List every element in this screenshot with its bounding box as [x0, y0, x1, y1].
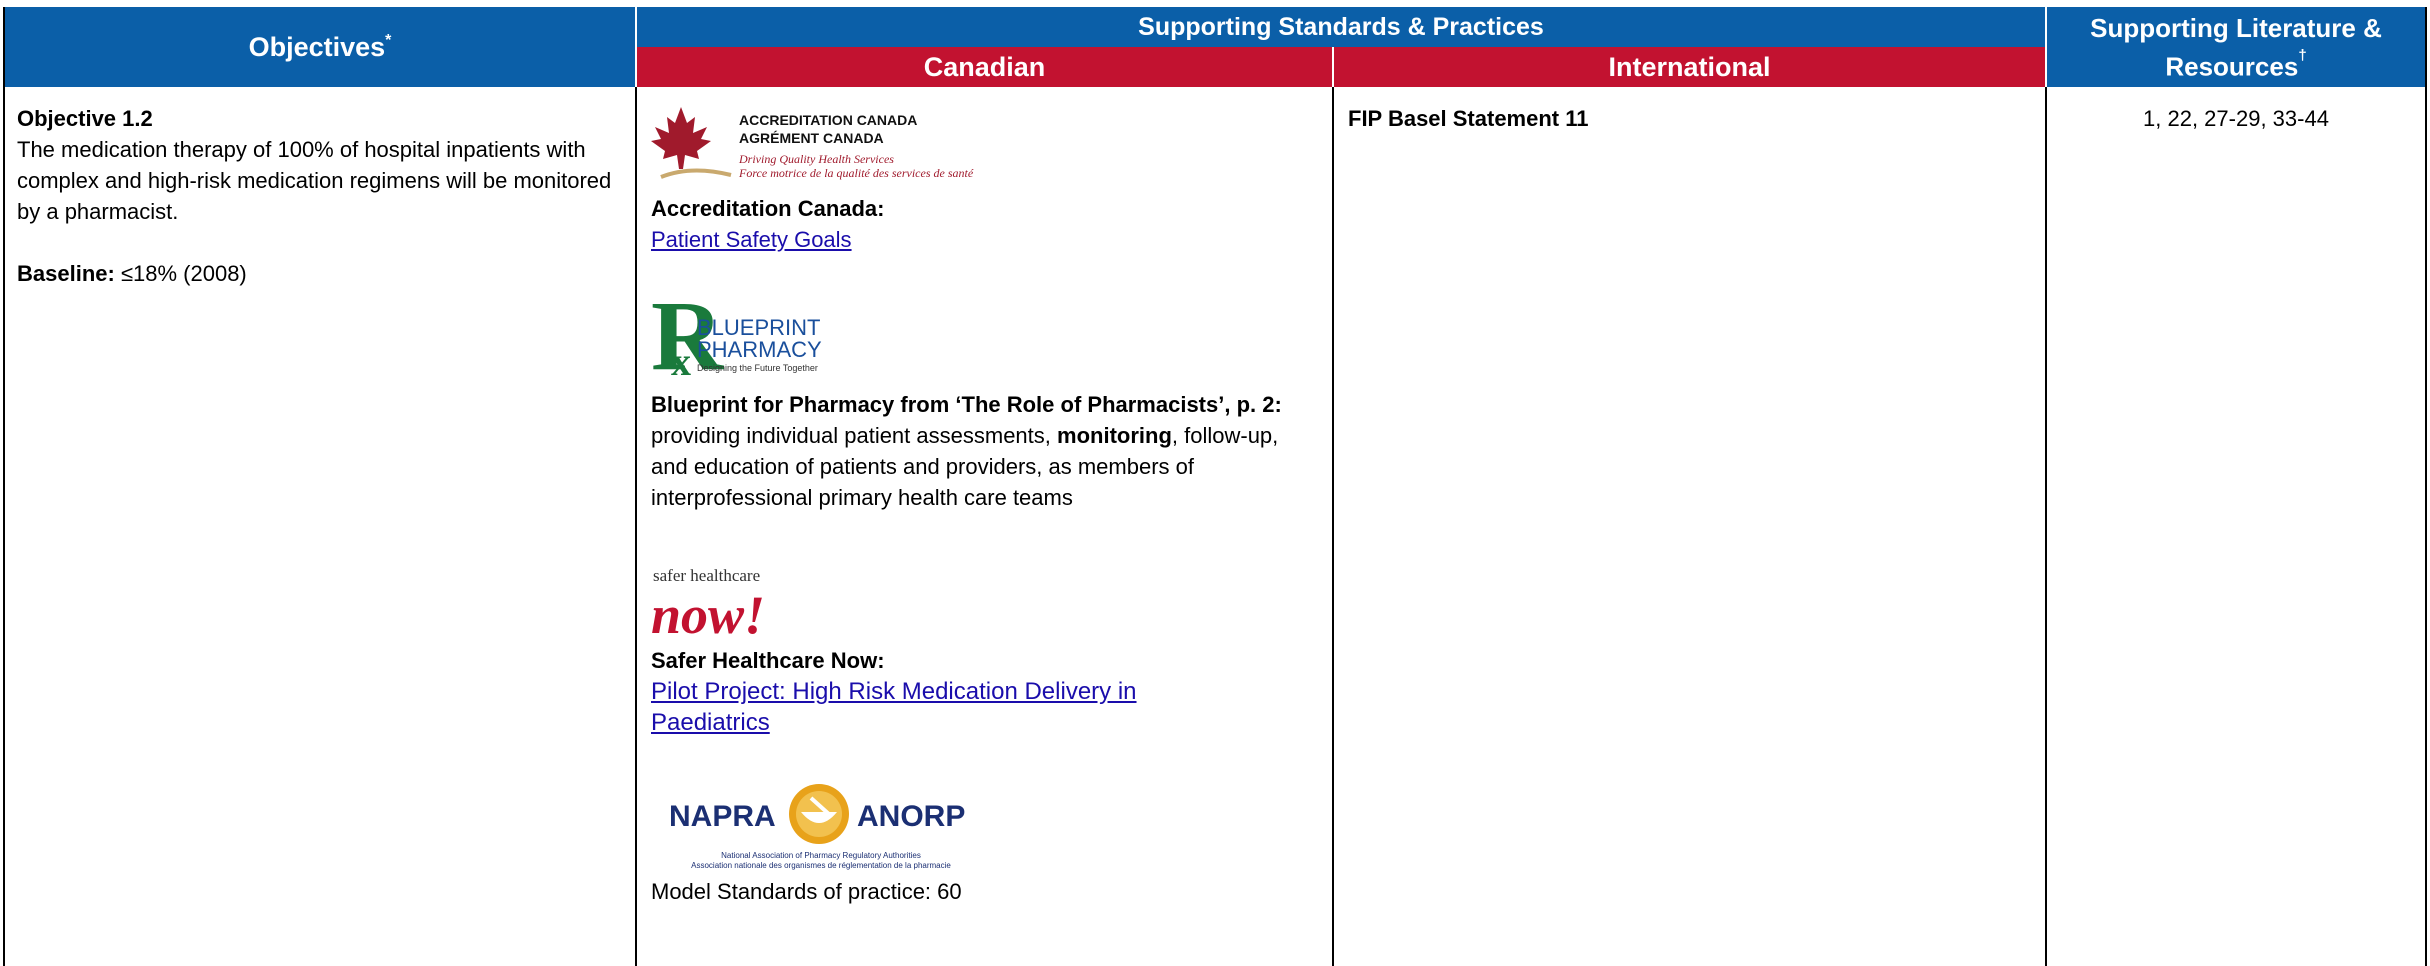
maple-leaf-icon: ACCREDITATION CANADA AGRÉMENT CANADA Dri… — [651, 107, 974, 180]
objective-baseline: Baseline: ≤18% (2008) — [17, 258, 623, 289]
acc-logo-line3: Driving Quality Health Services — [738, 152, 894, 166]
canadian-cell: ACCREDITATION CANADA AGRÉMENT CANADA Dri… — [635, 87, 1332, 966]
blueprint-text-part1: providing individual patient assessments… — [651, 423, 1058, 448]
napra-logo-right: ANORP — [857, 800, 965, 833]
patient-safety-goals-link[interactable]: Patient Safety Goals — [651, 227, 852, 252]
rx-icon: R x BLUEPRINT PHARMACY Designing the Fut… — [651, 280, 822, 391]
high-risk-medication-link[interactable]: Pilot Project: High Risk Medication Deli… — [651, 678, 1137, 736]
objective-text: The medication therapy of 100% of hospit… — [17, 137, 612, 224]
header-supporting-standards: Supporting Standards & Practices — [635, 7, 2045, 47]
accreditation-canada-logo: ACCREDITATION CANADA AGRÉMENT CANADA Dri… — [651, 103, 1318, 193]
rx-logo-line3: Designing the Future Together — [697, 363, 818, 373]
header-literature-line2-wrap: Resources† — [2165, 45, 2306, 84]
header-literature-line1: Supporting Literature & — [2090, 12, 2382, 43]
baseline-label: Baseline: — [17, 261, 115, 286]
svg-text:x: x — [671, 339, 691, 379]
napra-logo-line1: National Association of Pharmacy Regulat… — [721, 851, 921, 860]
header-international-label: International — [1608, 51, 1771, 82]
header-literature-line2: Resources — [2165, 51, 2299, 82]
objective-cell: Objective 1.2 The medication therapy of … — [5, 87, 635, 966]
shn-logo-line1: safer healthcare — [653, 566, 760, 585]
napra-text: Model Standards of practice: 60 — [651, 879, 962, 904]
header-literature: Supporting Literature & Resources† — [2045, 7, 2425, 87]
header-objectives-footnote-mark: * — [385, 32, 392, 49]
accreditation-canada-title: Accreditation Canada: — [651, 196, 885, 221]
literature-cell: 1, 22, 27-29, 33-44 — [2045, 87, 2425, 966]
header-international: International — [1332, 47, 2045, 87]
acc-logo-line1: ACCREDITATION CANADA — [739, 112, 917, 128]
napra-logo: NAPRA ANORP National Association of Phar… — [651, 776, 1318, 876]
napra-mortar-icon: NAPRA ANORP National Association of Phar… — [669, 784, 965, 870]
header-canadian: Canadian — [635, 47, 1332, 87]
standards-table: Objectives * Supporting Standards & Pract… — [3, 7, 2427, 966]
header-literature-footnote-mark: † — [2298, 46, 2307, 64]
napra-logo-line2: Association nationale des organismes de … — [691, 861, 951, 870]
international-cell: FIP Basel Statement 11 — [1332, 87, 2045, 966]
header-canadian-label: Canadian — [923, 51, 1046, 82]
baseline-value: ≤18% (2008) — [114, 261, 247, 286]
acc-logo-line2: AGRÉMENT CANADA — [739, 130, 884, 146]
header-objectives-label: Objectives — [248, 31, 386, 62]
shn-logo-icon: safer healthcare now! — [651, 566, 765, 645]
header-objectives: Objectives * — [5, 7, 635, 87]
objective-title: Objective 1.2 — [17, 106, 153, 131]
shn-logo-line2: now! — [651, 585, 765, 641]
napra-logo-left: NAPRA — [669, 800, 776, 833]
blueprint-text-bold: monitoring — [1057, 423, 1172, 448]
literature-references: 1, 22, 27-29, 33-44 — [2143, 106, 2329, 131]
blueprint-text: providing individual patient assessments… — [651, 420, 1311, 513]
safer-healthcare-now-logo: safer healthcare now! — [651, 557, 1318, 645]
acc-logo-line4: Force motrice de la qualité des services… — [738, 166, 974, 180]
fip-basel-statement: FIP Basel Statement 11 — [1348, 106, 1589, 131]
safer-healthcare-now-title: Safer Healthcare Now: — [651, 648, 885, 673]
blueprint-title: Blueprint for Pharmacy from ‘The Role of… — [651, 392, 1282, 417]
blueprint-pharmacy-logo: R x BLUEPRINT PHARMACY Designing the Fut… — [651, 279, 1318, 391]
header-supporting-label: Supporting Standards & Practices — [1138, 12, 1544, 41]
rx-logo-line2: PHARMACY — [697, 337, 822, 362]
